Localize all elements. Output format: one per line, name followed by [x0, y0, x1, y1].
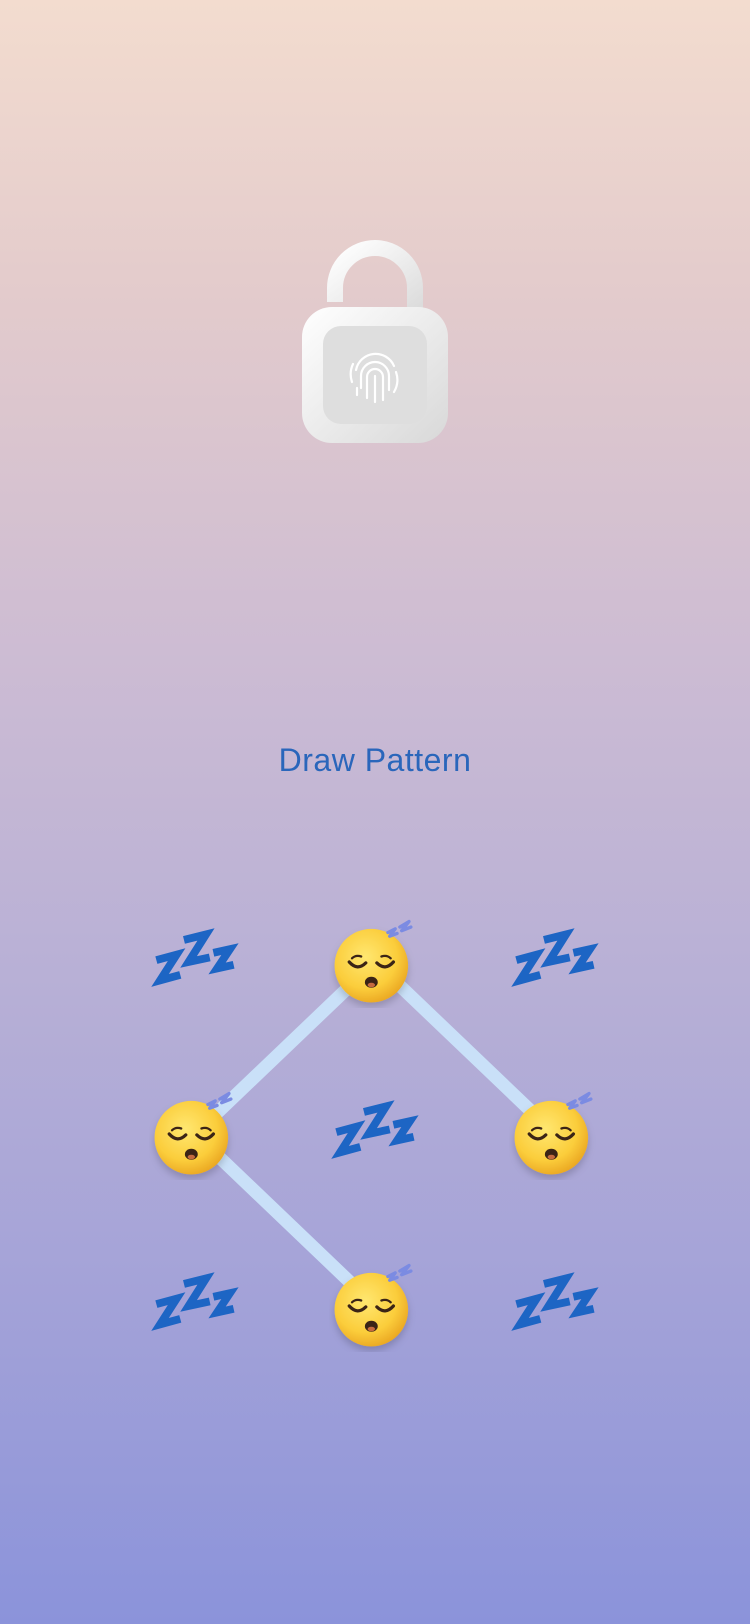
pattern-node-r1c3[interactable] — [505, 912, 605, 1012]
sleeping-face-icon — [329, 1260, 421, 1352]
unlocked-padlock-fingerprint-icon — [300, 240, 450, 445]
pattern-node-r3c1[interactable] — [145, 1256, 245, 1356]
pattern-node-r1c2[interactable] — [325, 912, 425, 1012]
sleeping-face-icon — [509, 1088, 601, 1180]
zzz-icon — [509, 1260, 601, 1352]
zzz-icon — [149, 916, 241, 1008]
pattern-node-r2c1[interactable] — [145, 1084, 245, 1184]
pattern-node-r2c2[interactable] — [325, 1084, 425, 1184]
zzz-icon — [329, 1088, 421, 1180]
pattern-node-r1c1[interactable] — [145, 912, 245, 1012]
draw-pattern-prompt: Draw Pattern — [278, 742, 472, 778]
sleeping-face-icon — [149, 1088, 241, 1180]
zzz-icon — [149, 1260, 241, 1352]
sleeping-face-icon — [329, 916, 421, 1008]
zzz-icon — [509, 916, 601, 1008]
pattern-node-r3c2[interactable] — [325, 1256, 425, 1356]
pattern-node-r2c3[interactable] — [505, 1084, 605, 1184]
pattern-node-r3c3[interactable] — [505, 1256, 605, 1356]
